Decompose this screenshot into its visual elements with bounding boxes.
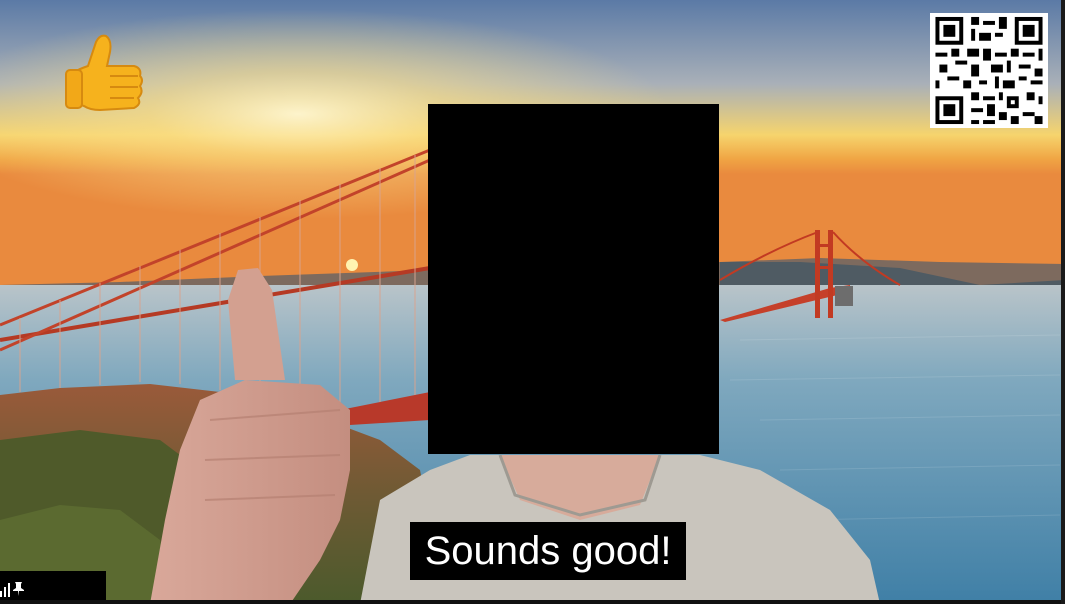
video-stage: Sounds good! xyxy=(0,0,1065,604)
window-bottom-edge xyxy=(0,600,1065,604)
qr-code-icon xyxy=(930,13,1048,128)
live-caption: Sounds good! xyxy=(410,522,686,580)
signal-strength-icon xyxy=(0,583,10,597)
pin-icon[interactable] xyxy=(13,582,24,596)
face-redaction-box xyxy=(428,104,719,454)
window-right-edge xyxy=(1061,0,1065,604)
thumbs-up-reaction-icon xyxy=(65,34,143,112)
